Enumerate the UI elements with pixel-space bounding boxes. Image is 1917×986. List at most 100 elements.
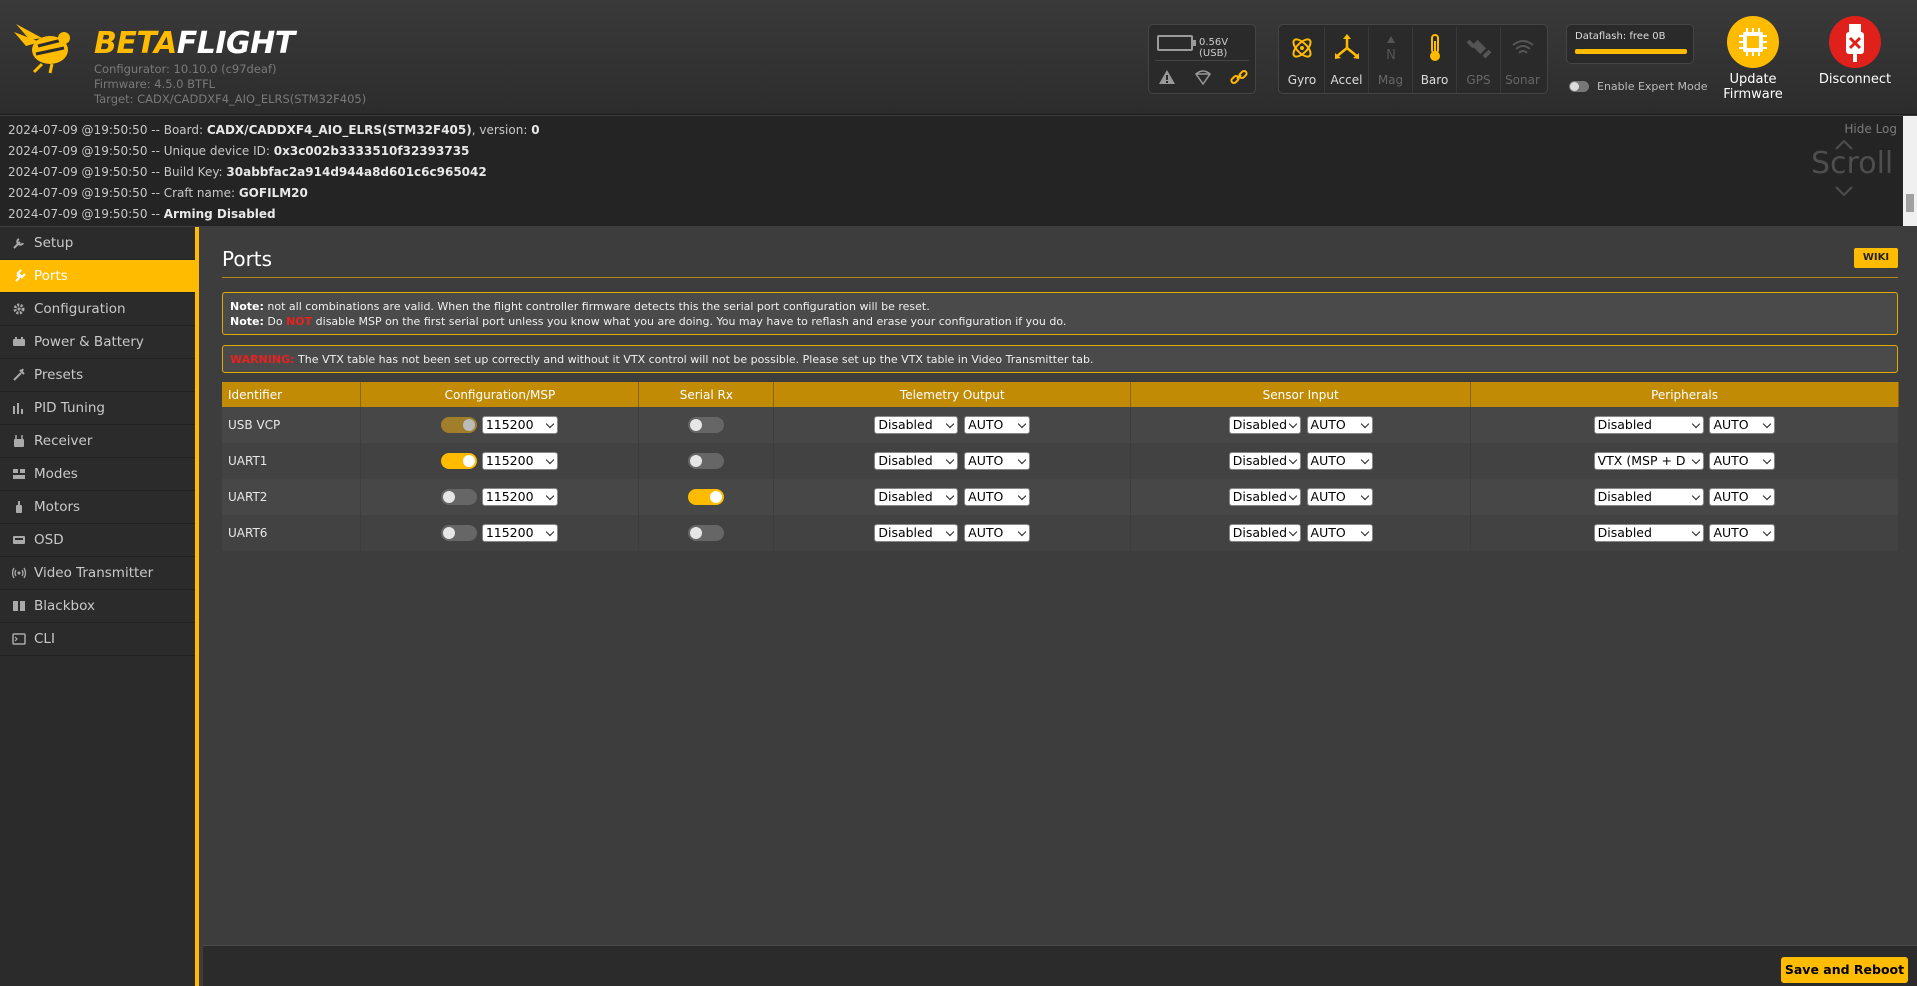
peripherals-select[interactable]: Disabled xyxy=(1593,524,1704,542)
serial-rx-toggle[interactable] xyxy=(688,417,725,433)
log-line: 2024-07-09 @19:50:50 -- Unique device ID… xyxy=(8,144,470,158)
serial-rx-cell xyxy=(638,443,775,479)
table-row: UART2 115200 Disabled AUTO Disabled AUTO Di… xyxy=(222,479,1899,515)
sidebar-item-video-transmitter[interactable]: Video Transmitter xyxy=(0,557,195,590)
serial-rx-toggle[interactable] xyxy=(688,525,725,541)
sensor-baud-select[interactable]: AUTO xyxy=(1306,524,1373,542)
serial-rx-cell xyxy=(638,407,775,443)
sidebar-item-setup[interactable]: Setup xyxy=(0,227,195,260)
gear-icon xyxy=(13,303,25,315)
port-identifier: USB VCP xyxy=(222,407,362,443)
msp-baud-select[interactable]: 115200 xyxy=(481,488,558,506)
sidebar-item-label: Video Transmitter xyxy=(34,565,154,581)
sensor-select[interactable]: Disabled xyxy=(1228,416,1301,434)
peripherals-baud-select[interactable]: AUTO xyxy=(1709,452,1776,470)
sidebar-item-power-battery[interactable]: Power & Battery xyxy=(0,326,195,359)
telemetry-baud-select[interactable]: AUTO xyxy=(964,416,1031,434)
msp-toggle[interactable] xyxy=(441,453,477,469)
peripherals-cell: Disabled AUTO xyxy=(1470,407,1899,443)
serial-rx-toggle[interactable] xyxy=(688,453,725,469)
note-box: Note: not all combinations are valid. Wh… xyxy=(222,292,1898,335)
telemetry-select[interactable]: Disabled xyxy=(874,524,959,542)
sidebar-item-presets[interactable]: Presets xyxy=(0,359,195,392)
serial-rx-toggle[interactable] xyxy=(688,489,725,505)
telemetry-select[interactable]: Disabled xyxy=(874,416,959,434)
peripherals-baud-select[interactable]: AUTO xyxy=(1709,488,1776,506)
telemetry-baud-select[interactable]: AUTO xyxy=(964,488,1031,506)
serial-rx-cell xyxy=(638,515,775,551)
sensor-select[interactable]: Disabled xyxy=(1228,488,1301,506)
sidebar-item-label: Modes xyxy=(34,466,78,482)
peripherals-select[interactable]: Disabled xyxy=(1593,488,1704,506)
update-firmware-button[interactable]: Update Firmware xyxy=(1708,16,1798,102)
sidebar-item-label: Configuration xyxy=(34,301,126,317)
wiki-button[interactable]: WIKI xyxy=(1854,248,1898,268)
ports-table: Identifier Configuration/MSP Serial Rx T… xyxy=(222,382,1899,551)
sensor-select[interactable]: Disabled xyxy=(1228,452,1301,470)
save-and-reboot-button[interactable]: Save and Reboot xyxy=(1781,957,1908,983)
msp-baud-select[interactable]: 115200 xyxy=(481,416,558,434)
peripherals-baud-select[interactable]: AUTO xyxy=(1709,524,1776,542)
sensor-select[interactable]: Disabled xyxy=(1228,524,1301,542)
telemetry-cell: Disabled AUTO xyxy=(773,479,1132,515)
sidebar-item-modes[interactable]: Modes xyxy=(0,458,195,491)
msp-baud-select[interactable]: 115200 xyxy=(481,524,558,542)
sidebar-item-pid-tuning[interactable]: PID Tuning xyxy=(0,392,195,425)
telemetry-baud-select[interactable]: AUTO xyxy=(964,452,1031,470)
sidebar-item-label: OSD xyxy=(34,532,64,548)
log-lines: 2024-07-09 @19:50:50 -- Board: CADX/CADD… xyxy=(8,120,540,225)
peripherals-cell: VTX (MSP + D AUTO xyxy=(1470,443,1899,479)
table-row: UART1 115200 Disabled AUTO Disabled AUTO VT… xyxy=(222,443,1899,479)
scroll-label: Scroll xyxy=(1811,146,1894,181)
telemetry-baud-select[interactable]: AUTO xyxy=(964,524,1031,542)
page-title: Ports xyxy=(222,247,273,271)
msp-toggle[interactable] xyxy=(441,525,477,541)
sidebar-item-cli[interactable]: CLI xyxy=(0,623,195,656)
sensor-sonar: Sonar xyxy=(1500,27,1544,93)
header: BETAFLIGHT Configurator: 10.10.0 (c97dea… xyxy=(0,0,1917,115)
sensor-baud-select[interactable]: AUTO xyxy=(1306,416,1373,434)
header-configuration-msp: Configuration/MSP xyxy=(360,382,640,407)
sidebar-item-motors[interactable]: Motors xyxy=(0,491,195,524)
peripherals-select[interactable]: VTX (MSP + D xyxy=(1593,452,1704,470)
sidebar-item-blackbox[interactable]: Blackbox xyxy=(0,590,195,623)
telemetry-cell: Disabled AUTO xyxy=(773,443,1132,479)
log-scrollbar[interactable] xyxy=(1903,116,1917,226)
blackbox-icon xyxy=(13,601,25,611)
msp-baud-select[interactable]: 115200 xyxy=(481,452,558,470)
sidebar-item-ports[interactable]: Ports xyxy=(0,260,195,293)
hide-log-link[interactable]: Hide Log xyxy=(1844,122,1897,136)
battery-status: 0.56V (USB) xyxy=(1148,24,1256,94)
firmware-version: Firmware: 4.5.0 BTFL xyxy=(94,77,216,91)
peripherals-select[interactable]: Disabled xyxy=(1593,416,1704,434)
sensor-baud-select[interactable]: AUTO xyxy=(1306,452,1373,470)
disconnect-button[interactable]: Disconnect xyxy=(1810,16,1900,87)
expert-mode-toggle[interactable] xyxy=(1569,81,1589,92)
sensor-status: Gyro Accel N Mag Baro GPS Sonar xyxy=(1278,24,1548,94)
sensor-baro: Baro xyxy=(1412,27,1456,93)
log-line: 2024-07-09 @19:50:50 -- Build Key: 30abb… xyxy=(8,165,487,179)
telemetry-select[interactable]: Disabled xyxy=(874,488,959,506)
receiver-icon xyxy=(14,435,24,447)
msp-toggle[interactable] xyxy=(441,417,477,433)
msp-toggle[interactable] xyxy=(441,489,477,505)
warning-icon xyxy=(1159,70,1175,84)
table-row: USB VCP 115200 Disabled AUTO Disabled AUTO… xyxy=(222,407,1899,443)
sidebar-item-receiver[interactable]: Receiver xyxy=(0,425,195,458)
peripherals-cell: Disabled AUTO xyxy=(1470,515,1899,551)
power-icon xyxy=(13,337,25,346)
sidebar-item-osd[interactable]: OSD xyxy=(0,524,195,557)
accel-icon xyxy=(1335,34,1359,59)
note-line-2: Note: Do NOT disable MSP on the first se… xyxy=(230,315,1067,328)
sidebar-item-configuration[interactable]: Configuration xyxy=(0,293,195,326)
ports-tab-content: Ports WIKI Note: not all combinations ar… xyxy=(203,227,1917,945)
log-line: 2024-07-09 @19:50:50 -- Arming Disabled xyxy=(8,207,276,221)
wrench-icon xyxy=(13,238,24,249)
telemetry-select[interactable]: Disabled xyxy=(874,452,959,470)
msp-cell: 115200 xyxy=(360,479,640,515)
sensor-baud-select[interactable]: AUTO xyxy=(1306,488,1373,506)
sensor-cell: Disabled AUTO xyxy=(1130,443,1472,479)
peripherals-baud-select[interactable]: AUTO xyxy=(1709,416,1776,434)
port-identifier: UART6 xyxy=(222,515,362,551)
scroll-down-icon xyxy=(1835,186,1853,196)
